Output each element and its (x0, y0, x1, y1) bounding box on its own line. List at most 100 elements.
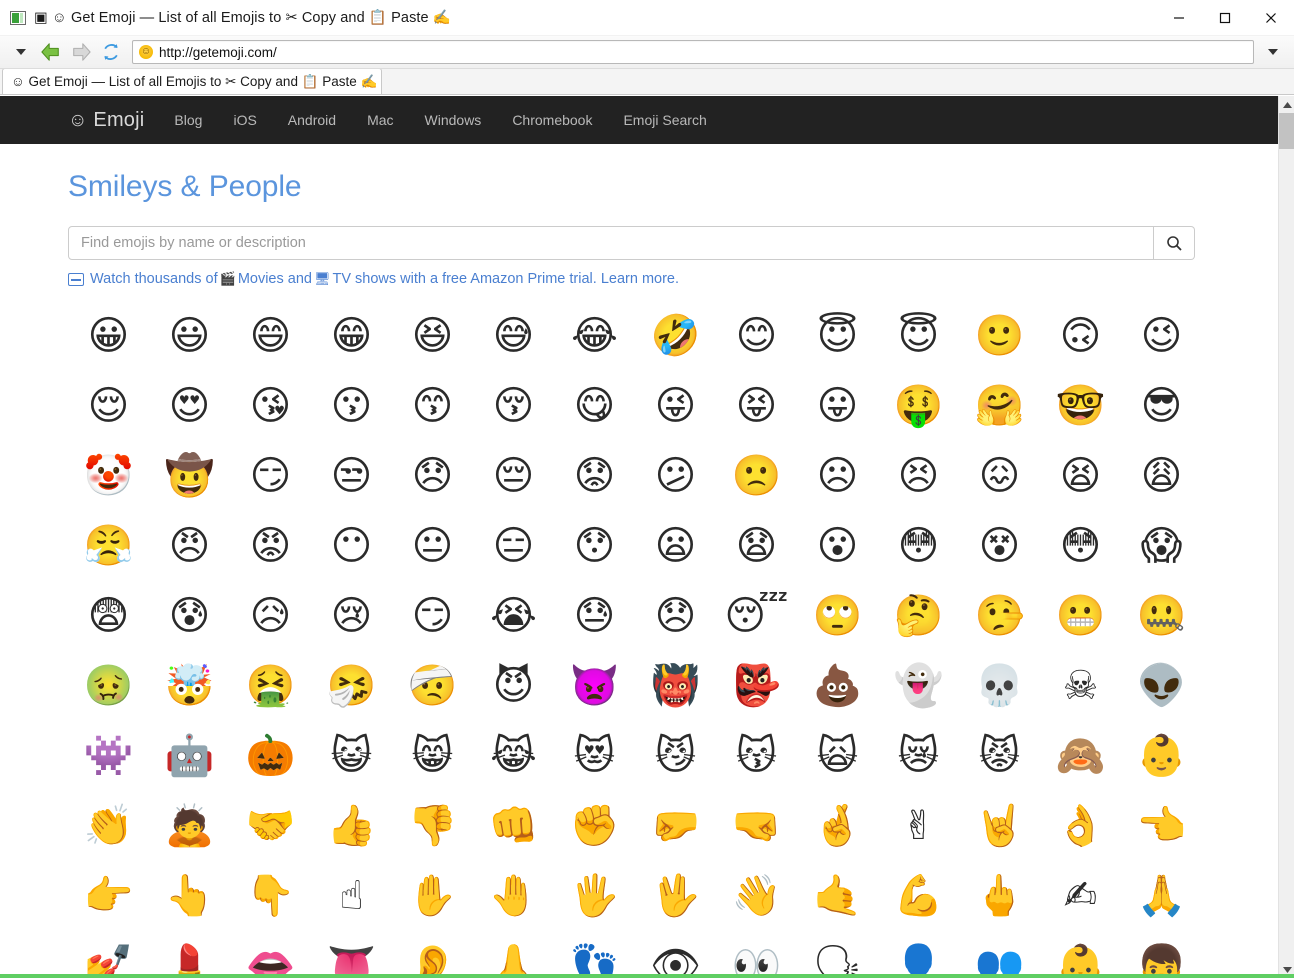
emoji-cell[interactable]: 🙃 (1040, 301, 1121, 371)
emoji-cell[interactable]: 😨 (68, 581, 149, 651)
search-input[interactable]: Find emojis by name or description (68, 226, 1154, 260)
emoji-cell[interactable]: 😂 (554, 301, 635, 371)
emoji-cell[interactable]: 👎 (392, 791, 473, 861)
emoji-cell[interactable]: 😽 (716, 721, 797, 791)
emoji-cell[interactable]: 👍 (311, 791, 392, 861)
emoji-cell[interactable]: 😹 (473, 721, 554, 791)
close-button[interactable] (1248, 0, 1294, 36)
emoji-cell[interactable]: 😔 (473, 441, 554, 511)
emoji-cell[interactable]: 🤝 (230, 791, 311, 861)
emoji-cell[interactable]: 👻 (878, 651, 959, 721)
emoji-cell[interactable]: 😈 (473, 651, 554, 721)
emoji-cell[interactable]: 😼 (635, 721, 716, 791)
emoji-cell[interactable]: ✊ (554, 791, 635, 861)
emoji-cell[interactable]: 🤕 (392, 651, 473, 721)
emoji-cell[interactable]: 👦 (1121, 931, 1202, 978)
emoji-cell[interactable]: 😱 (1121, 511, 1202, 581)
emoji-cell[interactable]: 🤯 (149, 651, 230, 721)
emoji-cell[interactable]: 😴 (716, 581, 797, 651)
maximize-button[interactable] (1202, 0, 1248, 36)
emoji-cell[interactable]: 🖐 (554, 861, 635, 931)
emoji-cell[interactable]: 🙇 (149, 791, 230, 861)
emoji-cell[interactable]: 💅 (68, 931, 149, 978)
emoji-cell[interactable]: 🙂 (959, 301, 1040, 371)
minimize-button[interactable] (1156, 0, 1202, 36)
emoji-cell[interactable]: 😏 (230, 441, 311, 511)
emoji-cell[interactable]: 👁 (635, 931, 716, 978)
emoji-cell[interactable]: 😶 (311, 511, 392, 581)
nav-link-emoji-search[interactable]: Emoji Search (623, 112, 706, 128)
emoji-cell[interactable]: 😛 (797, 371, 878, 441)
emoji-cell[interactable]: 😬 (1040, 581, 1121, 651)
emoji-cell[interactable]: 👃 (473, 931, 554, 978)
emoji-cell[interactable]: 😯 (554, 511, 635, 581)
emoji-cell[interactable]: 🤗 (959, 371, 1040, 441)
emoji-cell[interactable]: 😃 (149, 301, 230, 371)
emoji-cell[interactable]: 🤙 (797, 861, 878, 931)
emoji-cell[interactable]: 🙈 (1040, 721, 1121, 791)
emoji-cell[interactable]: 👶 (1040, 931, 1121, 978)
emoji-cell[interactable]: 👤 (878, 931, 959, 978)
emoji-cell[interactable]: ✋ (392, 861, 473, 931)
scroll-track[interactable] (1279, 149, 1294, 961)
forward-button[interactable] (66, 39, 96, 66)
emoji-cell[interactable]: 😭 (473, 581, 554, 651)
emoji-cell[interactable]: 😞 (392, 441, 473, 511)
emoji-cell[interactable]: 😠 (149, 511, 230, 581)
emoji-cell[interactable]: 😺 (311, 721, 392, 791)
emoji-cell[interactable]: 😥 (230, 581, 311, 651)
vertical-scrollbar[interactable] (1278, 96, 1294, 978)
emoji-cell[interactable]: 🤥 (959, 581, 1040, 651)
emoji-cell[interactable]: 😤 (68, 511, 149, 581)
address-bar[interactable]: ☺ http://getemoji.com/ (132, 40, 1254, 64)
emoji-cell[interactable]: 👣 (554, 931, 635, 978)
emoji-cell[interactable]: ☝ (311, 861, 392, 931)
emoji-cell[interactable]: 😍 (149, 371, 230, 441)
emoji-cell[interactable]: 👈 (1121, 791, 1202, 861)
amazon-prime-ad-link[interactable]: Watch thousands of 🎬 Movies and 🖥 TV sho… (68, 271, 1278, 287)
emoji-cell[interactable]: 😡 (230, 511, 311, 581)
emoji-cell[interactable]: 😞 (635, 581, 716, 651)
emoji-cell[interactable]: 🤐 (1121, 581, 1202, 651)
emoji-cell[interactable]: 😗 (311, 371, 392, 441)
emoji-cell[interactable]: 😾 (959, 721, 1040, 791)
emoji-cell[interactable]: 😚 (473, 371, 554, 441)
emoji-cell[interactable]: 🤓 (1040, 371, 1121, 441)
emoji-cell[interactable]: 🤞 (797, 791, 878, 861)
emoji-cell[interactable]: ☠ (1040, 651, 1121, 721)
emoji-cell[interactable]: 😵 (959, 511, 1040, 581)
emoji-cell[interactable]: 🤡 (68, 441, 149, 511)
emoji-cell[interactable]: 🤜 (716, 791, 797, 861)
nav-link-android[interactable]: Android (288, 112, 336, 128)
emoji-cell[interactable]: 👽 (1121, 651, 1202, 721)
emoji-cell[interactable]: 😦 (635, 511, 716, 581)
emoji-cell[interactable]: 👿 (554, 651, 635, 721)
emoji-cell[interactable]: 😸 (392, 721, 473, 791)
emoji-cell[interactable]: 🤠 (149, 441, 230, 511)
emoji-cell[interactable]: 😙 (392, 371, 473, 441)
emoji-cell[interactable]: 😮 (797, 511, 878, 581)
nav-link-windows[interactable]: Windows (425, 112, 482, 128)
emoji-cell[interactable]: 👆 (149, 861, 230, 931)
emoji-cell[interactable]: 😇 (797, 301, 878, 371)
emoji-cell[interactable]: 😟 (554, 441, 635, 511)
emoji-cell[interactable]: 🤮 (230, 651, 311, 721)
emoji-cell[interactable]: 😀 (68, 301, 149, 371)
history-dropdown-button[interactable] (6, 39, 36, 66)
emoji-cell[interactable]: 👹 (635, 651, 716, 721)
emoji-cell[interactable]: 🤔 (878, 581, 959, 651)
emoji-cell[interactable]: 🤧 (311, 651, 392, 721)
nav-link-chromebook[interactable]: Chromebook (512, 112, 592, 128)
emoji-cell[interactable]: 😖 (959, 441, 1040, 511)
tab-getemoji[interactable]: ☺ Get Emoji — List of all Emojis to ✂ Co… (2, 68, 382, 94)
nav-link-mac[interactable]: Mac (367, 112, 393, 128)
emoji-cell[interactable]: 👶 (1121, 721, 1202, 791)
emoji-cell[interactable]: ✍ (1040, 861, 1121, 931)
emoji-cell[interactable]: 😒 (311, 441, 392, 511)
back-button[interactable] (36, 39, 66, 66)
emoji-cell[interactable]: 👅 (311, 931, 392, 978)
emoji-cell[interactable]: 😌 (68, 371, 149, 441)
emoji-cell[interactable]: 😰 (149, 581, 230, 651)
emoji-cell[interactable]: 👋 (716, 861, 797, 931)
emoji-cell[interactable]: 😎 (1121, 371, 1202, 441)
